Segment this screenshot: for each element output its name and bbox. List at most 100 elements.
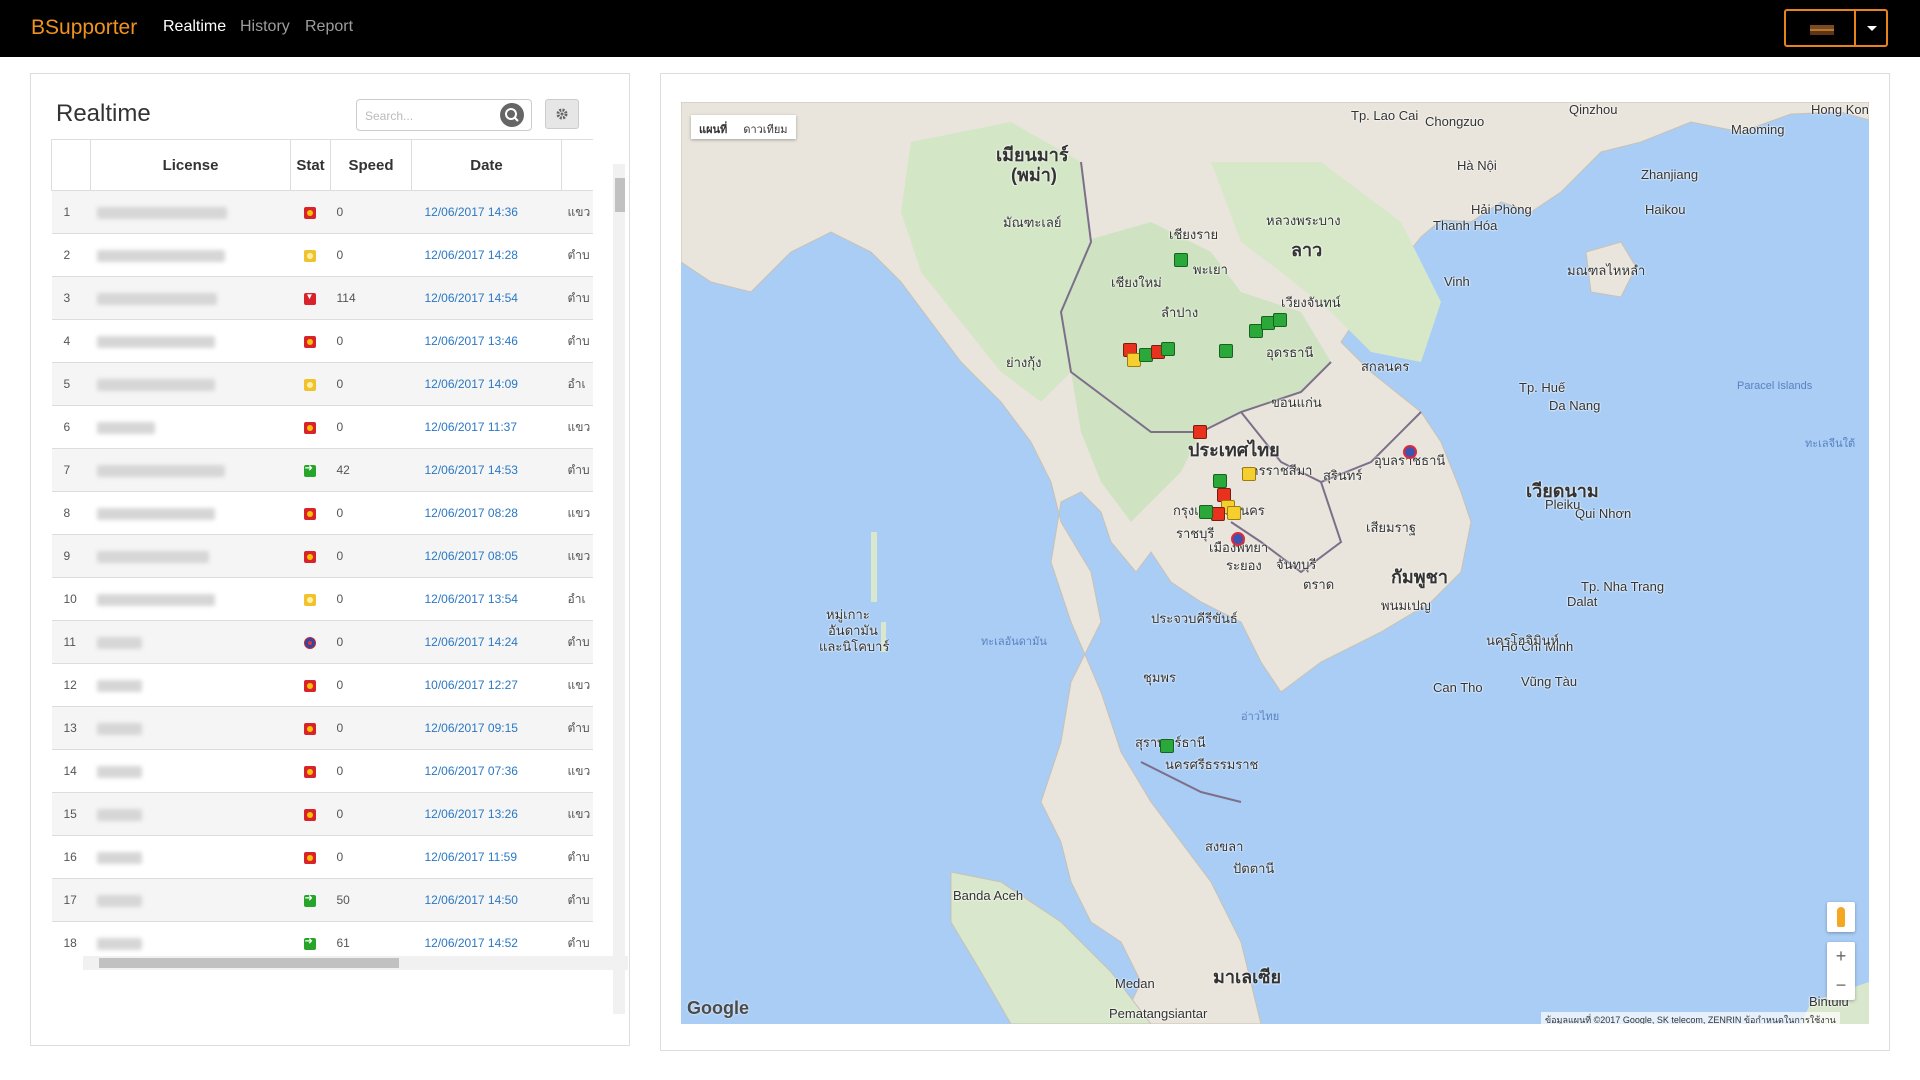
vehicle-marker[interactable] xyxy=(1403,445,1417,459)
row-date-link[interactable]: 12/06/2017 14:24 xyxy=(411,620,562,664)
map-label-place: Haikou xyxy=(1645,202,1686,217)
row-date-link[interactable]: 10/06/2017 12:27 xyxy=(411,663,562,707)
map-label-place: นครโฮจิมินห์ xyxy=(1486,633,1560,648)
vehicle-marker[interactable] xyxy=(1227,506,1241,520)
vehicle-marker[interactable] xyxy=(1219,344,1233,358)
row-date-link[interactable]: 12/06/2017 08:28 xyxy=(411,491,562,535)
map-label-place: ตราด xyxy=(1303,577,1335,592)
row-date-link[interactable]: 12/06/2017 14:54 xyxy=(411,276,562,320)
zoom-in-button[interactable]: + xyxy=(1827,942,1855,971)
col-header-speed[interactable]: Speed xyxy=(330,139,412,191)
map-label-place: Pematangsiantar xyxy=(1109,1006,1208,1021)
vertical-scroll-thumb[interactable] xyxy=(615,178,625,212)
map-label-place: ประจวบคีรีขันธ์ xyxy=(1151,611,1238,626)
table-row[interactable]: 1 0 12/06/2017 14:36 แขว xyxy=(51,190,593,234)
table-row[interactable]: 7 4212/06/2017 14:53ตำบ xyxy=(51,448,593,492)
vehicle-marker[interactable] xyxy=(1213,474,1227,488)
row-date-link[interactable]: 12/06/2017 13:54 xyxy=(411,577,562,621)
map-type-roadmap[interactable]: แผนที่ xyxy=(691,115,735,143)
vehicle-marker[interactable] xyxy=(1174,253,1188,267)
search-button[interactable] xyxy=(500,103,524,127)
google-map[interactable]: แผนที่ ดาวเทียม เมียนมาร์ (พม่า) ลาว ประเ… xyxy=(681,102,1869,1024)
map-attribution[interactable]: ข้อมูลแผนที่ ©2017 Google, SK telecom, Z… xyxy=(1541,1012,1840,1024)
vertical-scrollbar[interactable] xyxy=(613,164,625,1014)
status-red-icon xyxy=(303,765,316,778)
row-date-link[interactable]: 12/06/2017 11:37 xyxy=(411,405,562,449)
map-label-place: ทะเลจีนใต้ xyxy=(1805,438,1856,450)
col-header-stat[interactable]: Stat xyxy=(290,139,331,191)
user-avatar-icon xyxy=(1810,25,1834,35)
search-input[interactable] xyxy=(363,106,497,126)
table-row[interactable]: 2 0 12/06/2017 14:28 ตำบ xyxy=(51,233,593,277)
row-date-link[interactable]: 12/06/2017 11:59 xyxy=(411,835,562,879)
vehicle-marker[interactable] xyxy=(1160,739,1174,753)
nav-link-history[interactable]: History xyxy=(240,18,290,36)
vehicle-marker[interactable] xyxy=(1242,467,1256,481)
table-row[interactable]: 6 0 12/06/2017 11:37 แขว xyxy=(51,405,593,449)
status-red-icon xyxy=(303,679,316,692)
map-label-place: Hải Phòng xyxy=(1471,202,1532,217)
row-speed: 0 xyxy=(330,362,412,406)
google-logo: Google xyxy=(687,998,749,1018)
col-header-location[interactable] xyxy=(561,139,593,191)
table-row[interactable]: 9 0 12/06/2017 08:05 แขว xyxy=(51,534,593,578)
vehicle-marker[interactable] xyxy=(1199,505,1213,519)
row-status xyxy=(290,534,331,578)
horizontal-scroll-thumb[interactable] xyxy=(99,958,399,968)
row-date-link[interactable]: 12/06/2017 14:36 xyxy=(411,190,562,234)
map-label-place: Banda Aceh xyxy=(953,888,1024,903)
map-label-place: Paracel Islands xyxy=(1737,380,1813,392)
row-status xyxy=(290,663,331,707)
vehicle-marker[interactable] xyxy=(1193,425,1207,439)
row-status xyxy=(290,491,331,535)
map-label-place: Medan xyxy=(1115,976,1155,991)
settings-button[interactable] xyxy=(545,99,579,129)
row-date-link[interactable]: 12/06/2017 13:46 xyxy=(411,319,562,363)
horizontal-scrollbar[interactable] xyxy=(83,956,628,970)
license-redacted xyxy=(96,851,142,864)
row-location: ตำบ xyxy=(561,620,593,664)
vehicle-marker[interactable] xyxy=(1273,313,1287,327)
status-green-icon xyxy=(303,893,316,907)
table-row[interactable]: 3 11412/06/2017 14:54ตำบ xyxy=(51,276,593,320)
table-row[interactable]: 5 0 12/06/2017 14:09 อำเ xyxy=(51,362,593,406)
zoom-out-button[interactable]: − xyxy=(1827,971,1855,1000)
table-viewport[interactable]: License Stat Speed Date 1 0 12/06/2017 14:… xyxy=(51,139,593,962)
table-row[interactable]: 15 0 12/06/2017 13:26 แขว xyxy=(51,792,593,836)
row-date-link[interactable]: 12/06/2017 14:28 xyxy=(411,233,562,277)
row-date-link[interactable]: 12/06/2017 14:50 xyxy=(411,878,562,922)
table-row[interactable]: 10 0 12/06/2017 13:54 อำเ xyxy=(51,577,593,621)
brand-logo[interactable]: BSupporter xyxy=(31,16,137,40)
map-type-satellite[interactable]: ดาวเทียม xyxy=(735,115,795,143)
map-label-place: จันทบุรี xyxy=(1276,557,1317,572)
row-date-link[interactable]: 12/06/2017 14:53 xyxy=(411,448,562,492)
vehicle-marker[interactable] xyxy=(1231,532,1245,546)
table-row[interactable]: 4 0 12/06/2017 13:46 ตำบ xyxy=(51,319,593,363)
nav-link-report[interactable]: Report xyxy=(305,18,353,36)
street-view-pegman-icon[interactable] xyxy=(1827,902,1855,932)
table-row[interactable]: 14 0 12/06/2017 07:36 แขว xyxy=(51,749,593,793)
status-red-icon xyxy=(303,335,316,348)
user-menu-button[interactable] xyxy=(1784,9,1856,47)
table-row[interactable]: 12 0 10/06/2017 12:27 แขว xyxy=(51,663,593,707)
table-row[interactable]: 17 5012/06/2017 14:50ตำบ xyxy=(51,878,593,922)
table-row[interactable]: 8 0 12/06/2017 08:28 แขว xyxy=(51,491,593,535)
row-date-link[interactable]: 12/06/2017 13:26 xyxy=(411,792,562,836)
table-row[interactable]: 13 0 12/06/2017 09:15 ตำบ xyxy=(51,706,593,750)
row-date-link[interactable]: 12/06/2017 07:36 xyxy=(411,749,562,793)
status-red-icon xyxy=(303,550,316,563)
table-row[interactable]: 16 0 12/06/2017 11:59 ตำบ xyxy=(51,835,593,879)
nav-link-realtime[interactable]: Realtime xyxy=(163,18,226,36)
status-red-icon xyxy=(303,808,316,821)
vehicle-marker[interactable] xyxy=(1161,342,1175,356)
col-header-license[interactable]: License xyxy=(90,139,291,191)
user-dropdown-toggle[interactable] xyxy=(1854,9,1888,47)
col-header-date[interactable]: Date xyxy=(411,139,562,191)
row-date-link[interactable]: 12/06/2017 14:09 xyxy=(411,362,562,406)
row-date-link[interactable]: 12/06/2017 08:05 xyxy=(411,534,562,578)
row-date-link[interactable]: 12/06/2017 09:15 xyxy=(411,706,562,750)
map-label-place: Da Nang xyxy=(1549,398,1601,413)
vehicle-marker[interactable] xyxy=(1211,507,1225,521)
gear-icon xyxy=(556,108,568,120)
table-row[interactable]: 11 0 12/06/2017 14:24 ตำบ xyxy=(51,620,593,664)
